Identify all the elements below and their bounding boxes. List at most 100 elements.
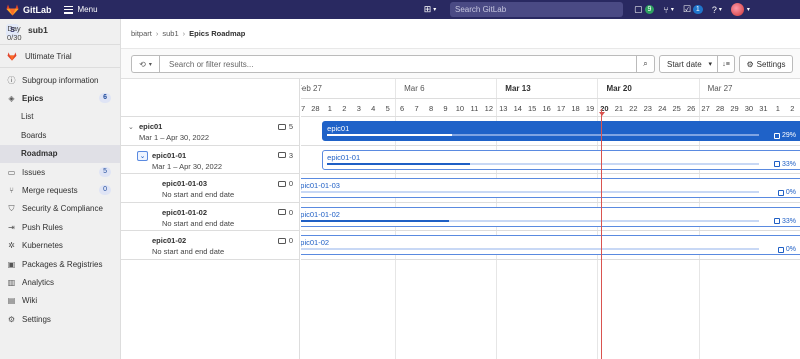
sidebar-item-count: 5 xyxy=(99,166,111,177)
timeline-day-label: 30 xyxy=(744,104,754,113)
brand-name: GitLab xyxy=(23,4,52,15)
epic-row[interactable]: epic01-02 No start and end date 0 xyxy=(121,231,299,260)
weight-icon xyxy=(773,132,780,139)
timeline-day-label: 21 xyxy=(614,104,624,113)
chevron-down-icon[interactable]: ⌄ xyxy=(128,123,134,131)
sidebar-item-kubernetes[interactable]: ✲ Kubernetes xyxy=(0,237,120,255)
todos-count: 1 xyxy=(692,5,703,14)
global-search-input[interactable] xyxy=(455,5,605,14)
todos-nav-button[interactable]: ☑ 1 xyxy=(683,4,703,15)
main-content: bitpart › sub1 › Epics Roadmap ⟲▾ ⌕ Star… xyxy=(121,19,800,359)
epic-title[interactable]: epic01-01 xyxy=(152,151,186,160)
trial-status-widget[interactable]: Ultimate Trial Day 0/30 xyxy=(0,24,120,68)
gitlab-logo-icon xyxy=(7,51,17,61)
epic-bar-label: epic01-01-02 xyxy=(301,209,340,219)
epic-title[interactable]: epic01-01-02 xyxy=(162,208,207,217)
timeline-day-label: 8 xyxy=(428,104,434,113)
timeline-week-label: Mar 13 xyxy=(505,84,531,93)
epic-row[interactable]: ⌄ epic01-01 Mar 1 – Apr 30, 2022 3 xyxy=(121,146,299,174)
epic-row[interactable]: epic01-01-02 No start and end date 0 xyxy=(121,203,299,231)
sidebar-item-subgroup-information[interactable]: ⓘ Subgroup information xyxy=(0,71,120,89)
sidebar-item-list[interactable]: List xyxy=(0,108,120,126)
trial-days: Day 0/30 xyxy=(7,24,22,42)
chevron-down-icon: ▾ xyxy=(718,7,722,13)
epic-child-count: 3 xyxy=(277,151,293,160)
epic-progress-bar xyxy=(301,219,759,222)
epic-timeline-bar[interactable]: epic01-02 0% xyxy=(301,235,800,255)
filter-search-input[interactable] xyxy=(169,59,619,69)
sidebar-item-boards[interactable]: Boards xyxy=(0,126,120,144)
chevron-down-icon: ▾ xyxy=(433,7,437,13)
epic-child-count-value: 0 xyxy=(288,179,293,188)
global-search[interactable] xyxy=(450,2,623,17)
gitlab-home-link[interactable]: GitLab xyxy=(6,4,52,16)
sidebar-item-wiki[interactable]: ▤ Wiki xyxy=(0,292,120,310)
sidebar-item-security-compliance[interactable]: ⛉ Security & Compliance xyxy=(0,200,120,218)
epic-timeline-bar[interactable]: epic01 29% xyxy=(322,121,800,141)
chevron-down-icon[interactable]: ⌄ xyxy=(137,150,148,161)
sidebar-item-label: Kubernetes xyxy=(22,241,63,251)
epic-timeline-bar[interactable]: epic01-01-02 33% xyxy=(301,206,800,227)
timeline-week-label: Feb 27 xyxy=(301,84,322,93)
breadcrumb: bitpart › sub1 › Epics Roadmap xyxy=(131,29,245,38)
epic-progress-label: 29% xyxy=(773,132,796,139)
timeline-days-header: 2728123456789101112131415161718192021222… xyxy=(301,99,800,117)
recent-searches-button[interactable]: ⟲ ▾ xyxy=(131,55,159,73)
sidebar-item-push-rules[interactable]: ⇥ Push Rules xyxy=(0,218,120,236)
timeline-day-label: 28 xyxy=(311,104,320,113)
epic-title[interactable]: epic01-01-03 xyxy=(162,179,207,188)
breadcrumb-item-subgroup[interactable]: sub1 xyxy=(162,29,178,38)
epic-progress-value: 0% xyxy=(785,189,796,196)
chevron-right-icon: › xyxy=(155,29,159,38)
epic-dates: No start and end date xyxy=(162,190,235,199)
roadmap-settings-button[interactable]: ⚙ Settings xyxy=(739,55,793,73)
epic-bar-label: epic01-02 xyxy=(301,238,330,247)
sort-direction-button[interactable]: ↓≡ xyxy=(718,55,735,73)
epic-progress-label: 0% xyxy=(777,246,796,253)
epic-icon: ◈ xyxy=(8,94,15,104)
epic-dates: No start and end date xyxy=(162,218,235,228)
epic-title[interactable]: epic01-02 xyxy=(152,236,186,245)
issues-nav-button[interactable]: ▢ 9 xyxy=(634,4,655,15)
sidebar-item-label: List xyxy=(21,112,34,122)
menu-button[interactable]: Menu xyxy=(63,5,98,14)
gear-icon: ⚙ xyxy=(7,314,16,324)
help-icon: ? xyxy=(711,4,717,15)
epic-title[interactable]: epic01 xyxy=(139,122,162,131)
help-button[interactable]: ? ▾ xyxy=(712,5,722,15)
top-navigation-bar: GitLab Menu ⊞▾ ▢9 ⑂▾ ☑1 ?▾ ▾ xyxy=(0,0,800,19)
timeline-day-label: 16 xyxy=(542,104,551,113)
epic-timeline-bar[interactable]: epic01-01-03 0% xyxy=(301,178,800,198)
merge-requests-nav-button[interactable]: ⑂ ▾ xyxy=(663,5,673,15)
timeline-row: epic01-01-02 33% xyxy=(301,203,800,231)
epic-row[interactable]: ⌄ epic01 Mar 1 – Apr 30, 2022 5 xyxy=(121,117,299,146)
epic-progress-label: 0% xyxy=(777,189,796,196)
epic-icon xyxy=(277,237,286,244)
timeline-day-label: 22 xyxy=(629,104,638,113)
merge-request-nav-icon: ⑂ xyxy=(663,4,669,15)
gear-icon: ⚙ xyxy=(746,59,754,69)
sidebar-item-merge-requests[interactable]: ⑂ Merge requests 0 xyxy=(0,181,120,199)
breadcrumb-item-current[interactable]: Epics Roadmap xyxy=(189,29,245,38)
sidebar-item-label: Packages & Registries xyxy=(22,259,103,269)
filter-search-button[interactable]: ⌕ xyxy=(637,55,655,73)
breadcrumb-item-group[interactable]: bitpart xyxy=(131,29,152,38)
sidebar-item-roadmap[interactable]: Roadmap xyxy=(0,144,120,163)
book-icon: ▤ xyxy=(7,296,16,306)
sidebar-item-analytics[interactable]: ▥ Analytics xyxy=(0,273,120,291)
epic-row[interactable]: epic01-01-03 No start and end date 0 xyxy=(121,174,299,203)
sidebar-item-issues[interactable]: ▭ Issues 5 xyxy=(0,163,120,181)
epic-timeline-bar[interactable]: epic01-01 33% xyxy=(322,149,800,170)
timeline-day-label: 2 xyxy=(342,104,347,113)
create-new-button[interactable]: ⊞ ▾ xyxy=(420,3,440,16)
shield-icon: ⛉ xyxy=(8,203,15,213)
sidebar-item-settings[interactable]: ⚙ Settings xyxy=(0,310,120,328)
sidebar-item-packages-registries[interactable]: ▣ Packages & Registries xyxy=(0,255,120,273)
sidebar-item-epics[interactable]: ◈ Epics 6 xyxy=(0,89,120,107)
sort-dropdown[interactable]: Start date ▾ xyxy=(659,55,718,73)
filter-search-box[interactable] xyxy=(159,55,637,73)
user-menu-button[interactable]: ▾ xyxy=(730,3,750,16)
today-indicator-line xyxy=(601,109,602,359)
timeline-row: epic01-01-03 0% xyxy=(301,174,800,203)
chevron-down-icon: ▾ xyxy=(708,61,712,68)
